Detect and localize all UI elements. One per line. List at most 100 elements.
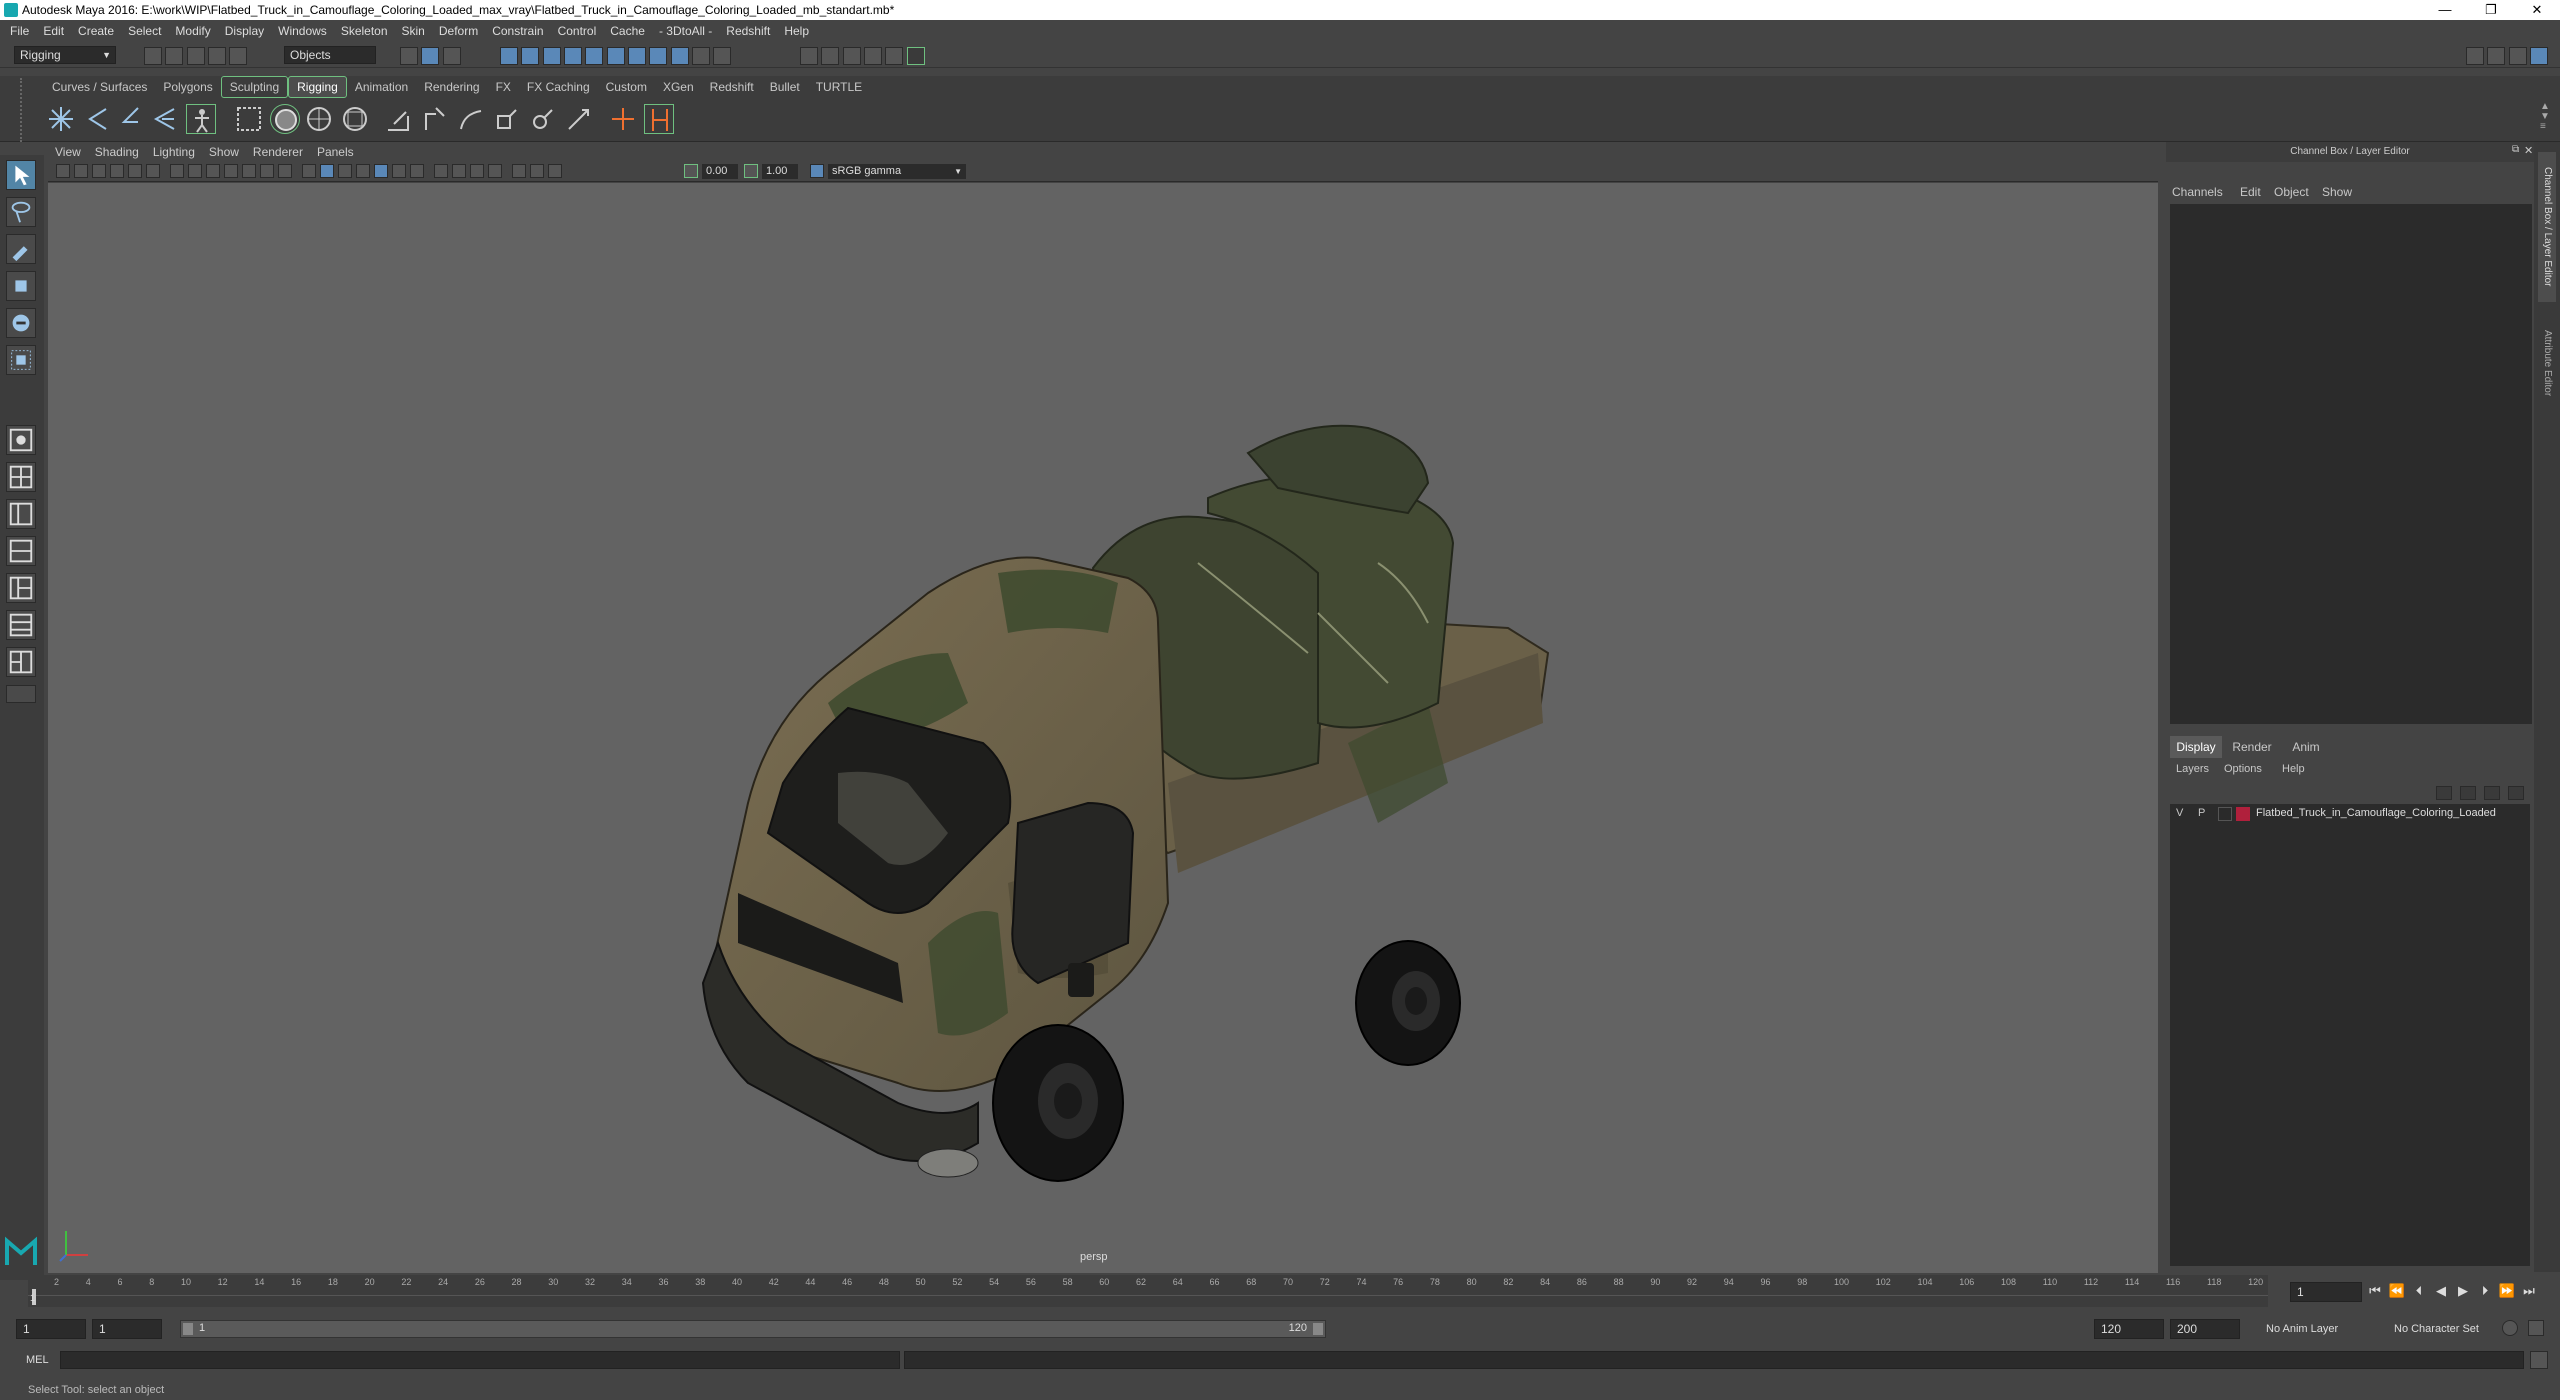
xray-icon[interactable] [356,164,370,178]
tab-bullet[interactable]: Bullet [762,77,808,97]
channel-box-area[interactable] [2170,204,2532,724]
paint-select-tool-icon[interactable] [6,234,36,264]
select-hierarchy-icon[interactable] [400,47,418,65]
current-frame-field[interactable]: 1 [2290,1282,2362,1302]
layer-playback-toggle[interactable]: P [2198,807,2205,819]
options-menu[interactable]: Options [2224,758,2262,780]
object-menu[interactable]: Object [2274,182,2309,202]
isolate-select-icon[interactable] [512,164,526,178]
snap-live-icon[interactable] [606,47,625,65]
snap-view-plane-icon[interactable] [564,47,583,65]
channel-box-icon[interactable] [2530,47,2549,65]
menu-deform[interactable]: Deform [432,20,485,42]
menu-3dtoall[interactable]: - 3DtoAll - [652,20,719,42]
menu-constrain[interactable]: Constrain [485,20,550,42]
close-button[interactable]: ✕ [2514,0,2560,20]
symmetry-icon[interactable] [670,47,689,65]
lock-icon[interactable] [692,47,711,65]
render-settings-icon[interactable] [864,47,883,65]
maya-home-icon[interactable] [4,1235,38,1269]
grid-icon[interactable] [170,164,184,178]
lights-icon[interactable] [392,164,406,178]
field-chart-icon[interactable] [242,164,256,178]
color-space-dropdown[interactable]: sRGB gamma ▼ [828,164,966,179]
select-tool-icon[interactable] [6,160,36,190]
menu-cache[interactable]: Cache [603,20,652,42]
2d-pan-zoom-icon[interactable] [128,164,142,178]
script-language-label[interactable]: MEL [12,1351,58,1369]
tab-turtle[interactable]: TURTLE [808,77,870,97]
script-editor-icon[interactable] [2530,1351,2548,1369]
resolution-gate-icon[interactable] [206,164,220,178]
channels-menu[interactable]: Channels [2172,182,2223,202]
viewport-menu-view[interactable]: View [48,142,88,162]
tab-display[interactable]: Display [2170,736,2222,758]
menu-edit[interactable]: Edit [36,20,71,42]
redo-icon[interactable] [229,47,248,65]
bookmark-icon[interactable] [92,164,106,178]
lattice-icon[interactable] [304,104,334,134]
camera-attributes-icon[interactable] [74,164,88,178]
viewport-menu-lighting[interactable]: Lighting [146,142,202,162]
range-start-handle[interactable] [183,1323,193,1335]
shelf-drag-handle[interactable] [20,78,30,142]
gamma-field[interactable]: 1.00 [762,164,798,179]
smooth-shade-icon[interactable] [320,164,334,178]
scale-tool-icon[interactable] [6,345,36,375]
render-frame-icon[interactable] [821,47,840,65]
restore-button[interactable]: ❐ [2468,0,2514,20]
film-gate-icon[interactable] [188,164,202,178]
tab-anim[interactable]: Anim [2282,736,2330,758]
select-component-icon[interactable] [442,47,461,65]
viewport-menu-show[interactable]: Show [202,142,246,162]
color-management-icon[interactable] [810,164,824,178]
shadows-icon[interactable] [410,164,424,178]
tab-fx[interactable]: FX [488,77,519,97]
menu-control[interactable]: Control [551,20,604,42]
snap-curve-icon[interactable] [521,47,540,65]
gamma-icon[interactable] [744,164,758,178]
menu-select[interactable]: Select [121,20,168,42]
persp-graph-layout-icon[interactable] [6,536,36,566]
new-layer-icon[interactable] [2484,786,2500,800]
layer-row[interactable]: V P Flatbed_Truck_in_Camouflage_Coloring… [2170,804,2530,824]
snap-grid-icon[interactable] [500,47,518,65]
grease-pencil-icon[interactable] [146,164,160,178]
attribute-editor-icon[interactable] [2508,47,2527,65]
menu-file[interactable]: File [0,20,36,42]
undo-icon[interactable] [208,47,227,65]
tab-curves-surfaces[interactable]: Curves / Surfaces [44,77,155,97]
menu-skin[interactable]: Skin [395,20,432,42]
command-input[interactable] [60,1351,900,1369]
workspace-icon[interactable] [2466,47,2484,65]
animation-end-field[interactable]: 200 [2170,1319,2240,1339]
tab-polygons[interactable]: Polygons [155,77,220,97]
edit-menu[interactable]: Edit [2240,182,2261,202]
close-panel-icon[interactable]: ✕ [2524,144,2533,157]
layers-menu[interactable]: Layers [2176,758,2209,780]
auto-key-icon[interactable] [2502,1320,2518,1336]
new-layer-selected-icon[interactable] [2508,786,2524,800]
menu-windows[interactable]: Windows [271,20,334,42]
insert-joint-icon[interactable] [150,104,180,134]
textured-icon[interactable] [374,164,388,178]
step-forward-frame-icon[interactable]: ⏵ [2476,1282,2494,1300]
help-menu[interactable]: Help [2282,758,2305,780]
point-constraint-icon[interactable] [420,104,450,134]
minimize-button[interactable]: — [2422,0,2468,20]
menu-modify[interactable]: Modify [168,20,217,42]
play-forward-icon[interactable]: ▶ [2454,1282,2472,1300]
wireframe-icon[interactable] [302,164,316,178]
shelf-scroll-arrows[interactable]: ▲ ▼ ≡ [2540,102,2550,132]
move-tool-icon[interactable] [6,271,36,301]
viewport-menu-shading[interactable]: Shading [88,142,146,162]
save-scene-icon[interactable] [186,47,205,65]
ipr-render-icon[interactable] [842,47,861,65]
image-plane-icon[interactable] [110,164,124,178]
custom-layout-icon[interactable] [6,647,36,677]
go-to-end-icon[interactable]: ⏭ [2520,1282,2538,1300]
step-back-frame-icon[interactable]: ⏴ [2410,1282,2428,1300]
play-backward-icon[interactable]: ◀ [2432,1282,2450,1300]
render-view-icon[interactable] [800,47,818,65]
hypershade-layout-icon[interactable] [6,573,36,603]
